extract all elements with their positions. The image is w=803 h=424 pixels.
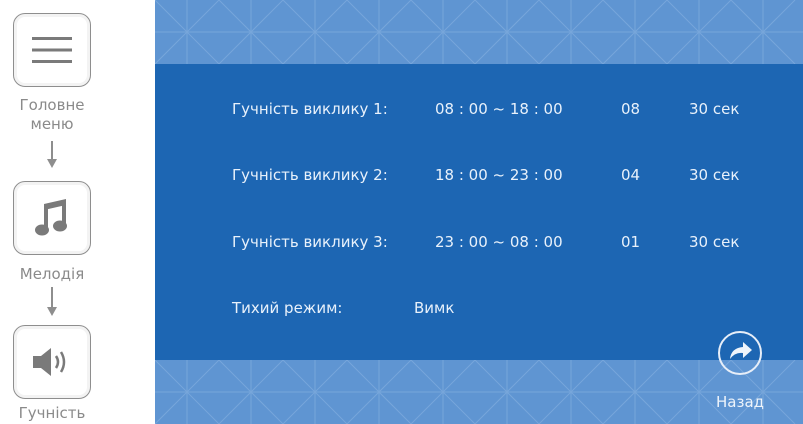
call-volume-1-level[interactable]: 08 (621, 100, 640, 118)
call-volume-1-duration[interactable]: 30 сек (689, 100, 739, 118)
settings-screen: Гучність виклику 1: 08 : 00 ~ 18 : 00 08… (155, 0, 803, 424)
main-menu-label: Головне меню (19, 96, 85, 133)
melody-label: Мелодія (19, 265, 85, 283)
melody-button[interactable] (13, 181, 91, 255)
call-volume-2-level[interactable]: 04 (621, 166, 640, 184)
call-volume-3-duration[interactable]: 30 сек (689, 233, 739, 251)
main-menu-button[interactable] (13, 13, 91, 87)
decorative-header-band (155, 0, 803, 64)
call-volume-1-time[interactable]: 08 : 00 ~ 18 : 00 (435, 100, 563, 118)
decorative-footer-band (155, 360, 803, 424)
volume-button[interactable] (13, 325, 91, 399)
call-volume-2-time[interactable]: 18 : 00 ~ 23 : 00 (435, 166, 563, 184)
volume-label: Гучність (18, 404, 86, 422)
call-volume-3-label: Гучність виклику 3: (232, 233, 388, 251)
call-volume-1-label: Гучність виклику 1: (232, 100, 388, 118)
back-label[interactable]: Назад (716, 393, 764, 411)
speaker-icon (29, 345, 75, 379)
call-volume-2-label: Гучність виклику 2: (232, 166, 388, 184)
silent-mode-value[interactable]: Вимк (414, 299, 454, 317)
call-volume-3-time[interactable]: 23 : 00 ~ 08 : 00 (435, 233, 563, 251)
call-volume-3-level[interactable]: 01 (621, 233, 640, 251)
arrow-right-icon (726, 339, 754, 367)
silent-mode-label: Тихий режим: (232, 299, 343, 317)
back-button[interactable] (718, 331, 762, 375)
music-note-icon (32, 196, 72, 240)
menu-icon (30, 33, 74, 67)
call-volume-2-duration[interactable]: 30 сек (689, 166, 739, 184)
